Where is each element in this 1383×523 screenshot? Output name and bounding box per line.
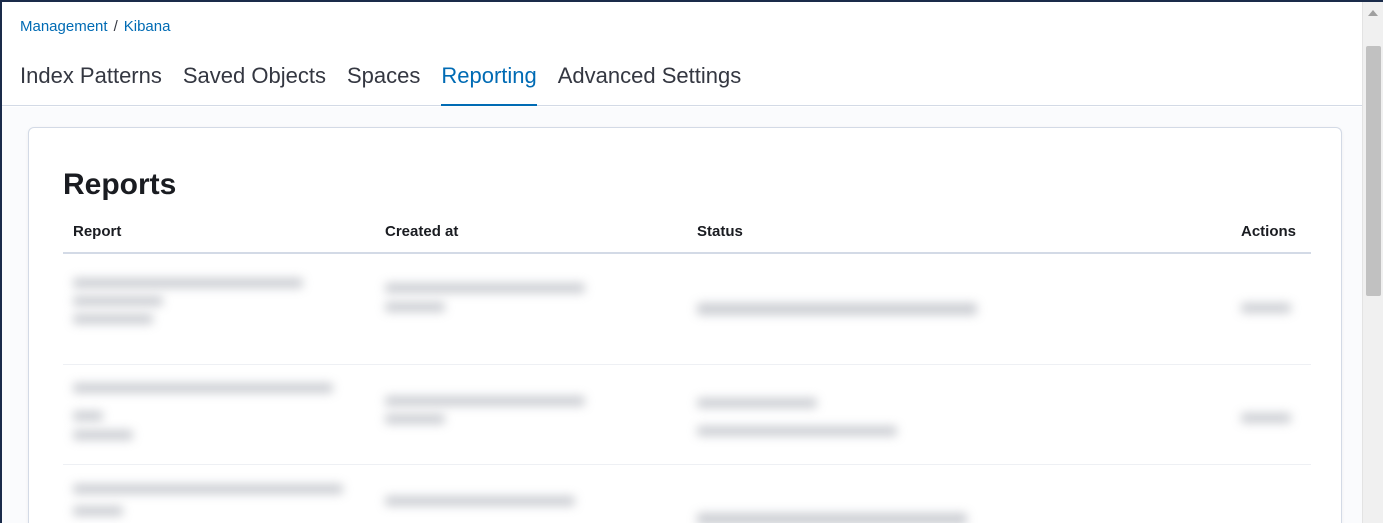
management-tabs: Index Patterns Saved Objects Spaces Repo… [20, 60, 762, 106]
column-header-actions: Actions [1241, 223, 1297, 240]
reports-panel: Reports Report Created at Status Actions [28, 127, 1342, 523]
breadcrumb-separator: / [113, 18, 118, 35]
tab-saved-objects[interactable]: Saved Objects [183, 60, 326, 106]
redacted-actions[interactable] [1241, 303, 1291, 313]
row-divider [63, 464, 1311, 465]
redacted-text [73, 314, 153, 324]
table-header-divider [63, 252, 1311, 254]
redacted-text [697, 426, 897, 436]
redacted-text [385, 302, 445, 312]
column-header-status[interactable]: Status [697, 223, 743, 240]
redacted-text [73, 484, 343, 494]
tab-index-patterns[interactable]: Index Patterns [20, 60, 162, 106]
redacted-text [697, 303, 977, 315]
tab-advanced-settings[interactable]: Advanced Settings [558, 60, 741, 106]
redacted-text [73, 278, 303, 288]
redacted-text [73, 383, 333, 393]
tab-spaces[interactable]: Spaces [347, 60, 420, 106]
tab-reporting[interactable]: Reporting [441, 60, 537, 106]
page-scrollbar[interactable] [1362, 2, 1383, 523]
breadcrumb-kibana[interactable]: Kibana [124, 18, 171, 35]
breadcrumb: Management / Kibana [20, 18, 170, 35]
redacted-actions[interactable] [1241, 413, 1291, 423]
column-header-report[interactable]: Report [73, 223, 121, 240]
column-header-created-at[interactable]: Created at [385, 223, 458, 240]
breadcrumb-management[interactable]: Management [20, 18, 108, 35]
scroll-up-arrow-icon[interactable] [1368, 10, 1378, 16]
app-window: Management / Kibana Index Patterns Saved… [0, 0, 1383, 523]
redacted-text [697, 398, 817, 408]
reports-title: Reports [63, 168, 177, 201]
redacted-text [73, 296, 163, 306]
redacted-text [697, 513, 967, 523]
redacted-text [385, 396, 585, 406]
row-divider [63, 364, 1311, 365]
redacted-text [73, 506, 123, 516]
redacted-text [385, 496, 575, 506]
scrollbar-thumb[interactable] [1366, 46, 1381, 296]
redacted-text [73, 411, 103, 421]
redacted-text [385, 414, 445, 424]
redacted-text [73, 430, 133, 440]
redacted-text [385, 283, 585, 293]
page-header: Management / Kibana Index Patterns Saved… [2, 2, 1364, 106]
